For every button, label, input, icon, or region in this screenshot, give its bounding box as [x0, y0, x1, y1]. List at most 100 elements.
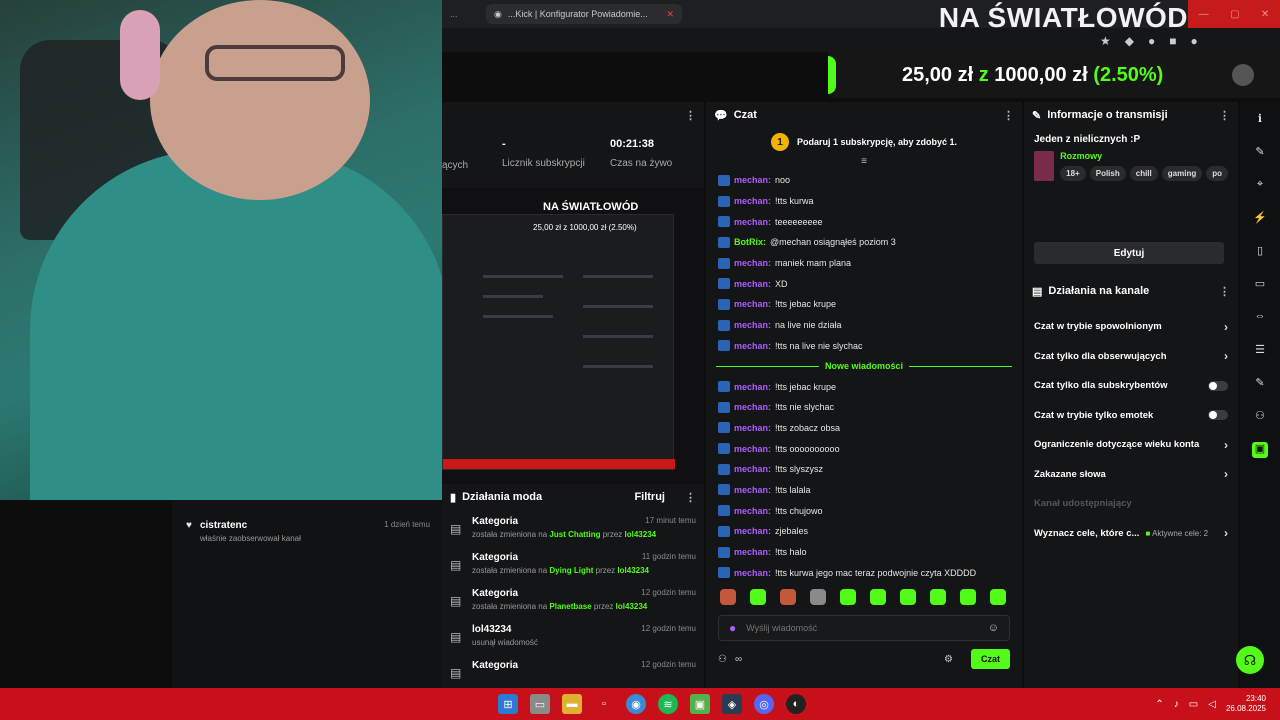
chat-username[interactable]: mechan:: [734, 320, 771, 330]
extension-icon[interactable]: ■: [1169, 34, 1176, 48]
app-icon[interactable]: ▫: [594, 694, 614, 714]
tag[interactable]: chill: [1129, 166, 1158, 181]
emote-icon[interactable]: [990, 589, 1006, 606]
minimize-icon[interactable]: —: [1199, 9, 1209, 20]
mod-action-user[interactable]: lol43234: [616, 602, 648, 611]
volume-icon[interactable]: ◁: [1208, 699, 1216, 710]
chat-username[interactable]: mechan:: [734, 526, 771, 536]
mod-action-user[interactable]: lol43234: [617, 566, 649, 575]
emoji-icon[interactable]: ☺: [988, 622, 999, 634]
emote-icon[interactable]: [780, 589, 796, 606]
followers-only-row[interactable]: Czat tylko dla obserwujących ›: [1024, 342, 1238, 372]
age-limit-row[interactable]: Ograniczenie dotyczące wieku konta ›: [1024, 430, 1238, 460]
mod-action-target[interactable]: Planetbase: [549, 602, 591, 611]
pin-icon[interactable]: ≡: [706, 156, 1022, 170]
emotes-only-toggle[interactable]: [1208, 410, 1228, 421]
send-chat-button[interactable]: Czat: [970, 649, 1010, 670]
chat-username[interactable]: BotRix:: [734, 237, 766, 247]
star-icon[interactable]: ★: [1100, 34, 1111, 48]
chat-username[interactable]: mechan:: [734, 485, 771, 495]
profile-icon[interactable]: ●: [1191, 34, 1198, 48]
more-icon[interactable]: ⋮: [685, 491, 696, 504]
close-icon[interactable]: ✕: [666, 9, 674, 20]
more-icon[interactable]: ⋮: [1219, 285, 1230, 298]
chat-username[interactable]: mechan:: [734, 464, 771, 474]
lightning-icon[interactable]: ⚡: [1252, 211, 1268, 227]
filter-button[interactable]: Filtruj: [634, 491, 665, 503]
chat-username[interactable]: mechan:: [734, 382, 771, 392]
chat-username[interactable]: mechan:: [734, 279, 771, 289]
slow-mode-row[interactable]: Czat w trybie spowolnionym ›: [1024, 312, 1238, 342]
emote-icon[interactable]: [840, 589, 856, 606]
more-icon[interactable]: ⋮: [685, 109, 696, 122]
emote-icon[interactable]: [870, 589, 886, 606]
chat-username[interactable]: mechan:: [734, 506, 771, 516]
chat-username[interactable]: mechan:: [734, 217, 771, 227]
follower-name[interactable]: cistratenc: [200, 520, 301, 531]
tag[interactable]: gaming: [1161, 166, 1203, 181]
mod-action-target[interactable]: Dying Light: [549, 566, 593, 575]
chat-username[interactable]: mechan:: [734, 444, 771, 454]
emote-icon[interactable]: [720, 589, 736, 606]
chat-username[interactable]: mechan:: [734, 341, 771, 351]
steam-icon[interactable]: ◈: [722, 694, 742, 714]
chat-username[interactable]: mechan:: [734, 568, 771, 578]
tag[interactable]: Polish: [1089, 166, 1126, 181]
edit-button[interactable]: Edytuj: [1034, 242, 1224, 264]
wrench-icon[interactable]: ✎: [1252, 376, 1268, 392]
expand-icon[interactable]: ⇔: [1252, 310, 1268, 326]
chat-username[interactable]: mechan:: [734, 196, 771, 206]
infinity-icon[interactable]: ∞: [735, 654, 742, 665]
app-icon[interactable]: ▣: [1252, 442, 1268, 458]
stream-preview[interactable]: NA ŚWIATŁOWÓD 25,00 zł z 1000,00 zł (2.5…: [442, 188, 704, 484]
sub-gift-banner[interactable]: 1 Podaruj 1 subskrypcję, aby zdobyć 1.: [706, 128, 1022, 156]
clock[interactable]: 23:40 26.08.2025: [1226, 694, 1266, 714]
chevron-up-icon[interactable]: ⌃: [1155, 699, 1163, 710]
obs-icon[interactable]: ◐: [786, 694, 806, 714]
microphone-icon[interactable]: ●: [729, 621, 736, 635]
mod-action-user[interactable]: lol43234: [625, 530, 657, 539]
app-icon[interactable]: ▣: [690, 694, 710, 714]
chrome-icon[interactable]: ◉: [626, 694, 646, 714]
chat-input[interactable]: [746, 623, 978, 634]
tag[interactable]: 18+: [1060, 166, 1086, 181]
mod-action-target[interactable]: Just Chatting: [549, 530, 600, 539]
chat-username[interactable]: mechan:: [734, 423, 771, 433]
extension-icon[interactable]: ◆: [1125, 34, 1134, 48]
spotify-icon[interactable]: ≋: [658, 694, 678, 714]
more-icon[interactable]: ⋮: [1219, 109, 1230, 122]
start-icon[interactable]: ⊞: [498, 694, 518, 714]
discord-icon[interactable]: ◎: [754, 694, 774, 714]
chat-username[interactable]: mechan:: [734, 299, 771, 309]
support-button[interactable]: ☊: [1236, 646, 1264, 674]
maximize-icon[interactable]: ▢: [1230, 9, 1239, 20]
category-name[interactable]: Rozmowy: [1060, 151, 1228, 161]
close-icon[interactable]: ✕: [1261, 9, 1269, 20]
crosshair-icon[interactable]: ⌖: [1252, 178, 1268, 194]
microphone-icon[interactable]: ♪: [1174, 699, 1179, 710]
emote-icon[interactable]: [810, 589, 826, 606]
layout-icon[interactable]: ☰: [1252, 343, 1268, 359]
info-icon[interactable]: ℹ: [1252, 112, 1268, 128]
search-icon[interactable]: ▭: [530, 694, 550, 714]
emote-icon[interactable]: [930, 589, 946, 606]
record-icon[interactable]: ●: [1148, 34, 1155, 48]
gear-icon[interactable]: ⚙: [944, 654, 953, 665]
chat-username[interactable]: mechan:: [734, 547, 771, 557]
users-icon[interactable]: ⚇: [718, 654, 727, 665]
folder-icon[interactable]: ▬: [562, 694, 582, 714]
tag[interactable]: po: [1206, 166, 1228, 181]
more-icon[interactable]: ⋮: [1003, 109, 1014, 122]
network-icon[interactable]: ▭: [1189, 699, 1198, 710]
users-icon[interactable]: ⚇: [1252, 409, 1268, 425]
chat-username[interactable]: mechan:: [734, 258, 771, 268]
goals-row[interactable]: Wyznacz cele, które c... ■ Aktywne cele:…: [1024, 519, 1238, 549]
chat-icon[interactable]: ▭: [1252, 277, 1268, 293]
subs-only-toggle[interactable]: [1208, 380, 1228, 391]
banned-words-row[interactable]: Zakazane słowa ›: [1024, 460, 1238, 490]
chat-username[interactable]: mechan:: [734, 402, 771, 412]
clipboard-icon[interactable]: ▯: [1252, 244, 1268, 260]
browser-tab-active[interactable]: ◉ ...Kick | Konfigurator Powiadomie... ✕: [486, 4, 682, 24]
chat-username[interactable]: mechan:: [734, 175, 771, 185]
emote-icon[interactable]: [960, 589, 976, 606]
